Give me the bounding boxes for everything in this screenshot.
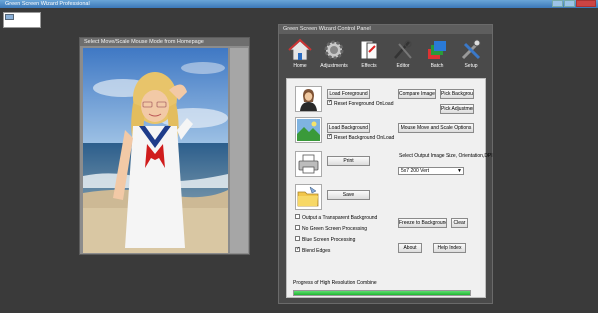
progress-fill	[294, 291, 470, 295]
image-window-side-panel	[230, 48, 248, 253]
save-button[interactable]: Save	[327, 190, 370, 200]
batch-icon	[428, 41, 446, 59]
minimize-button[interactable]	[552, 0, 563, 7]
output-size-select[interactable]: 5x7 200 Vert ▼	[398, 167, 464, 175]
blue-screen-check[interactable]	[295, 236, 300, 242]
image-window-title: Select Move/Scale Mouse Mode from Homepa…	[80, 38, 249, 46]
about-button[interactable]: About	[398, 243, 422, 253]
freeze-to-background-button[interactable]: Freeze to Background	[398, 218, 447, 228]
transparent-background-checkbox[interactable]: Output a Transparent Background	[295, 214, 378, 222]
window-controls	[552, 0, 596, 8]
compare-images-button[interactable]: Compare Images	[398, 89, 436, 99]
reset-foreground-label: Reset Foreground OnLoad	[334, 101, 394, 107]
toolbar-adjustments-label: Adjustments	[320, 63, 348, 69]
maximize-button[interactable]	[564, 0, 575, 7]
setup-tools-icon	[461, 39, 481, 60]
toolbar-adjustments[interactable]: Adjustments	[317, 36, 351, 72]
load-foreground-button[interactable]: Load Foreground	[327, 89, 370, 99]
blue-screen-checkbox[interactable]: Blue Screen Processing	[295, 236, 356, 244]
app-title: Green Screen Wizard Professional	[5, 1, 90, 7]
toolbar-setup[interactable]: Setup	[454, 36, 488, 72]
image-window[interactable]: Select Move/Scale Mouse Mode from Homepa…	[79, 37, 250, 255]
app-titlebar: Green Screen Wizard Professional	[0, 0, 598, 8]
blend-edges-checkbox[interactable]: ✓ Blend Edges	[295, 247, 331, 255]
mouse-move-scale-button[interactable]: Mouse Move and Scale Options	[398, 123, 474, 133]
blend-edges-check[interactable]: ✓	[295, 247, 300, 253]
transparent-background-label: Output a Transparent Background	[302, 215, 378, 221]
clear-button[interactable]: Clear	[451, 218, 468, 228]
editor-tools-icon	[394, 40, 412, 59]
toolbar-batch[interactable]: Batch	[420, 36, 454, 72]
no-green-screen-checkbox[interactable]: No Green Screen Processing	[295, 225, 368, 233]
thumbnail-icon	[5, 14, 14, 20]
load-background-button[interactable]: Load Background	[327, 123, 370, 133]
reset-foreground-check[interactable]: ✓	[327, 100, 332, 106]
help-index-button[interactable]: Help Index	[433, 243, 466, 253]
effects-icon	[360, 40, 378, 60]
toolbar-editor-label: Editor	[396, 63, 410, 69]
composite-photo[interactable]	[83, 48, 228, 253]
close-button[interactable]	[576, 0, 596, 7]
chevron-down-icon: ▼	[457, 168, 462, 174]
toolbar-editor[interactable]: Editor	[386, 36, 420, 72]
pick-adjustment-button[interactable]: Pick Adjustment	[440, 104, 474, 114]
toolbar-batch-label: Batch	[430, 63, 444, 69]
combine-progress-bar	[293, 290, 471, 296]
output-size-label: Select Output Image Size, Orientation,DP…	[399, 153, 493, 159]
transparent-background-check[interactable]	[295, 214, 300, 220]
background-landscape-icon	[295, 117, 322, 143]
output-size-value: 5x7 200 Vert	[401, 168, 430, 174]
printer-icon	[295, 151, 322, 177]
house-icon	[288, 38, 312, 61]
pick-background-button[interactable]: Pick Background	[440, 89, 474, 99]
no-green-screen-label: No Green Screen Processing	[302, 226, 368, 232]
control-panel-window[interactable]: Green Screen Wizard Control Panel Home A…	[278, 24, 493, 304]
gear-icon	[324, 40, 344, 60]
blue-screen-label: Blue Screen Processing	[302, 237, 356, 243]
reset-background-checkbox[interactable]: ✓ Reset Background OnLoad	[327, 134, 395, 142]
control-panel-body: Load Foreground ✓ Reset Foreground OnLoad…	[286, 78, 493, 298]
print-button[interactable]: Print	[327, 156, 370, 166]
blend-edges-label: Blend Edges	[302, 248, 331, 254]
foreground-person-icon	[295, 86, 322, 112]
beach-scene-image	[83, 48, 228, 253]
toolbar-home-label: Home	[293, 63, 307, 69]
toolbar-setup-label: Setup	[464, 63, 478, 69]
taskbar-thumbnail[interactable]	[3, 12, 41, 28]
toolbar-effects[interactable]: Effects	[352, 36, 386, 72]
reset-background-label: Reset Background OnLoad	[334, 135, 395, 141]
reset-foreground-checkbox[interactable]: ✓ Reset Foreground OnLoad	[327, 100, 394, 108]
progress-label: Progress of High Resolution Combine	[293, 280, 377, 286]
reset-background-check[interactable]: ✓	[327, 134, 332, 140]
no-green-screen-check[interactable]	[295, 225, 300, 231]
control-panel-title: Green Screen Wizard Control Panel	[279, 25, 492, 34]
folder-save-icon	[295, 184, 322, 210]
main-toolbar: Home Adjustments Effects Editor Batch Se…	[283, 36, 490, 72]
toolbar-home[interactable]: Home	[283, 36, 317, 72]
toolbar-effects-label: Effects	[361, 63, 377, 69]
